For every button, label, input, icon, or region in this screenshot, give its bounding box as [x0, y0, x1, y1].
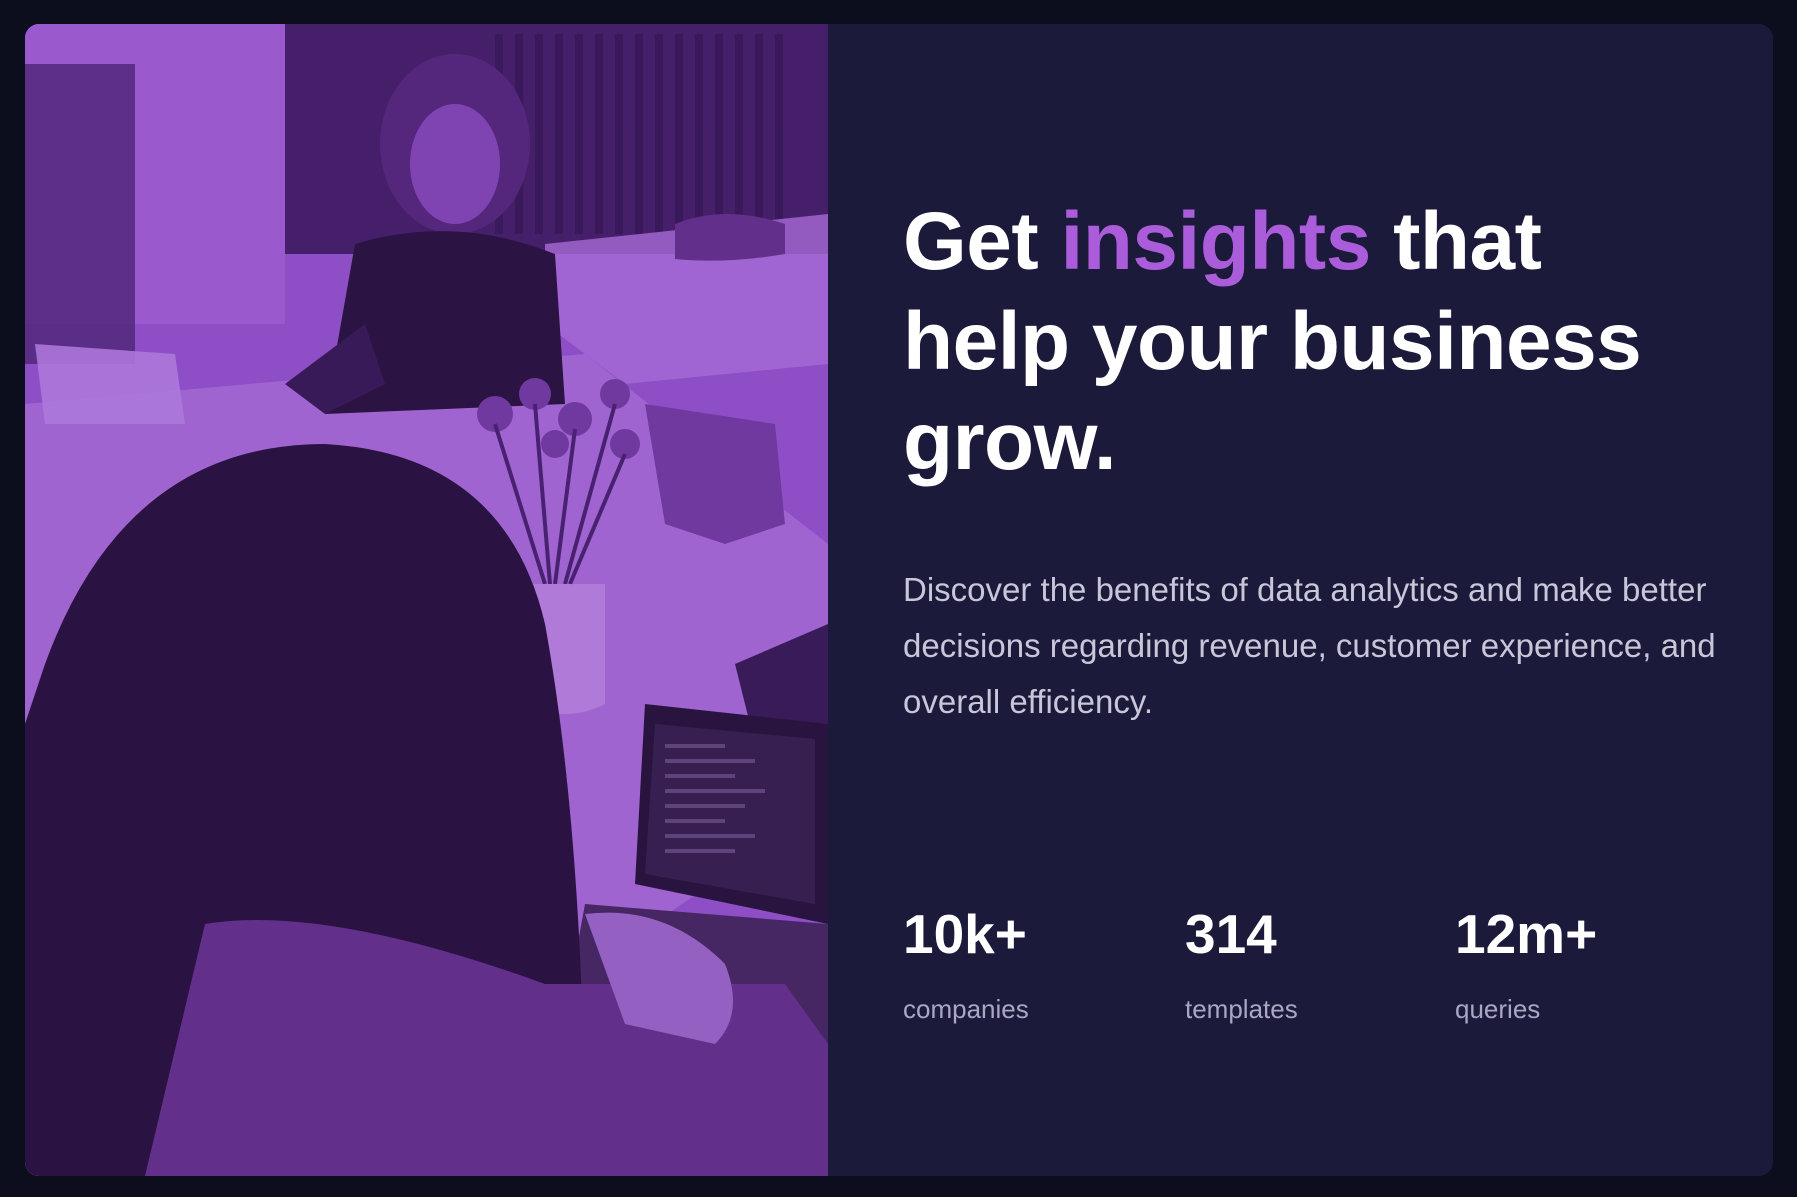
- hero-content: Get insights that help your business gro…: [828, 24, 1773, 1176]
- headline-text-start: Get: [903, 196, 1061, 287]
- stat-value: 314: [1185, 903, 1277, 965]
- office-photo-illustration: [25, 24, 828, 1176]
- stat-label: companies: [903, 994, 1029, 1024]
- stats-row: 10k+ companies 314 templates 12m+ querie…: [903, 899, 1723, 1039]
- headline: Get insights that help your business gro…: [903, 192, 1723, 492]
- stat-value: 12m+: [1455, 903, 1598, 965]
- stat-label: queries: [1455, 994, 1541, 1024]
- stats-preview-card: Get insights that help your business gro…: [25, 24, 1773, 1176]
- stat-queries: 12m+ queries: [1455, 899, 1597, 1029]
- office-photo: [25, 24, 828, 1176]
- stat-value: 10k+: [903, 903, 1027, 965]
- description-text: Discover the benefits of data analytics …: [903, 571, 1716, 720]
- stat-label: templates: [1185, 994, 1298, 1024]
- headline-accent-text: insights: [1060, 196, 1371, 287]
- stat-templates: 314 templates: [1185, 899, 1298, 1029]
- stat-companies: 10k+ companies: [903, 899, 1029, 1029]
